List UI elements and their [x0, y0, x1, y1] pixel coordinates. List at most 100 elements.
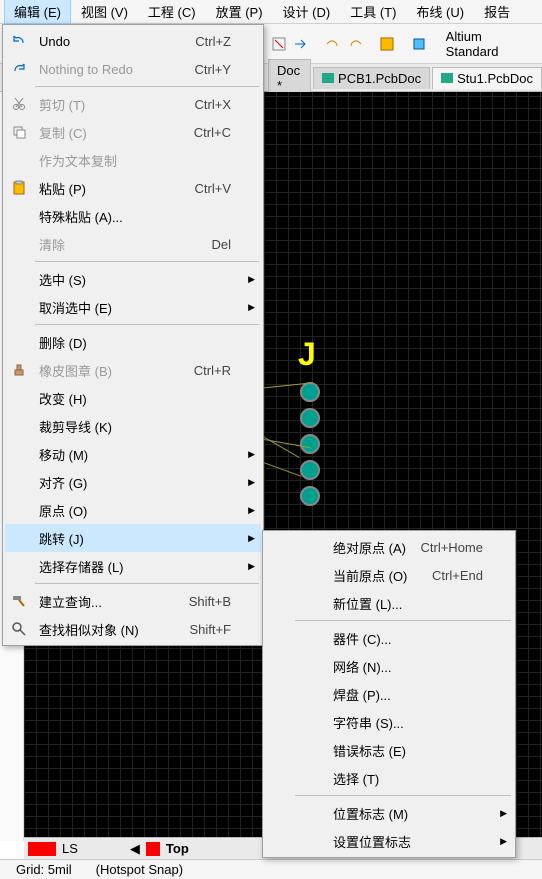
toolbar-profile[interactable]: Altium Standard	[442, 29, 542, 59]
via[interactable]	[300, 382, 320, 402]
menu-item[interactable]: 选择存储器 (L)▶	[5, 552, 261, 580]
via[interactable]	[300, 408, 320, 428]
menu-item[interactable]: 错误标志 (E)	[265, 736, 513, 764]
menu-item-label: 错误标志 (E)	[327, 741, 489, 760]
edit-dropdown: UndoCtrl+ZNothing to RedoCtrl+Y剪切 (T)Ctr…	[2, 24, 264, 646]
menu-item-label: 特殊粘贴 (A)...	[33, 207, 237, 226]
menu-item[interactable]: 选择 (T)	[265, 764, 513, 792]
layer-top[interactable]: Top	[166, 841, 189, 856]
menu-item-shortcut: Ctrl+Y	[195, 62, 237, 77]
menu-item-label: 选中 (S)	[33, 270, 237, 289]
toolbar-icon-2[interactable]	[292, 35, 310, 53]
menu-item[interactable]: 焊盘 (P)...	[265, 680, 513, 708]
undo-icon	[5, 33, 33, 49]
menu-item-shortcut: Shift+F	[189, 622, 237, 637]
menu-item-label: 器件 (C)...	[327, 629, 489, 648]
menu-route[interactable]: 布线 (U)	[406, 0, 474, 24]
menu-separator	[35, 324, 259, 325]
via[interactable]	[300, 460, 320, 480]
menu-item[interactable]: UndoCtrl+Z	[5, 27, 261, 55]
menu-place[interactable]: 放置 (P)	[206, 0, 273, 24]
menu-item[interactable]: 新位置 (L)...	[265, 589, 513, 617]
menu-item[interactable]: 跳转 (J)▶	[5, 524, 261, 552]
redo-icon[interactable]	[346, 35, 364, 53]
submenu-arrow-icon: ▶	[248, 561, 255, 572]
menu-item[interactable]: 位置标志 (M)▶	[265, 799, 513, 827]
menu-item[interactable]: 当前原点 (O)Ctrl+End	[265, 561, 513, 589]
via-column[interactable]	[300, 382, 320, 506]
menu-item-label: 建立查询...	[33, 592, 189, 611]
menu-item[interactable]: 查找相似对象 (N)Shift+F	[5, 615, 261, 643]
menu-item[interactable]: 移动 (M)▶	[5, 440, 261, 468]
menu-item[interactable]: 建立查询...Shift+B	[5, 587, 261, 615]
menu-item: 清除Del	[5, 230, 261, 258]
via[interactable]	[300, 434, 320, 454]
toolbar-icon-1[interactable]	[270, 35, 288, 53]
undo-icon[interactable]	[324, 35, 342, 53]
search-icon	[5, 621, 33, 637]
menu-separator	[35, 583, 259, 584]
submenu-arrow-icon: ▶	[248, 505, 255, 516]
menu-item: 橡皮图章 (B)Ctrl+R	[5, 356, 261, 384]
menu-item-label: 位置标志 (M)	[327, 804, 489, 823]
menu-item[interactable]: 粘贴 (P)Ctrl+V	[5, 174, 261, 202]
menu-item[interactable]: 原点 (O)▶	[5, 496, 261, 524]
menu-item[interactable]: 特殊粘贴 (A)...	[5, 202, 261, 230]
menu-item[interactable]: 字符串 (S)...	[265, 708, 513, 736]
menu-item-label: 移动 (M)	[33, 445, 237, 464]
tab-stu1[interactable]: Stu1.PcbDoc	[432, 67, 542, 89]
menu-design[interactable]: 设计 (D)	[273, 0, 341, 24]
menu-item-label: 新位置 (L)...	[327, 594, 489, 613]
menu-item[interactable]: 裁剪导线 (K)	[5, 412, 261, 440]
menu-item[interactable]: 对齐 (G) ▶	[5, 468, 261, 496]
toolbar-icon-5[interactable]	[378, 35, 396, 53]
hammer-icon	[5, 593, 33, 609]
menu-item-shortcut: Ctrl+V	[195, 181, 237, 196]
layer-ls[interactable]: LS	[62, 841, 78, 856]
menu-tools[interactable]: 工具 (T)	[340, 0, 406, 24]
arrow-left-icon[interactable]: ◀	[130, 841, 140, 857]
menu-item-label: 取消选中 (E)	[33, 298, 237, 317]
toolbar-icon-6[interactable]	[410, 35, 428, 53]
via[interactable]	[300, 486, 320, 506]
copy-icon	[5, 124, 33, 140]
menu-item: 作为文本复制	[5, 146, 261, 174]
menu-item-label: 网络 (N)...	[327, 657, 489, 676]
menu-view[interactable]: 视图 (V)	[71, 0, 138, 24]
redo-icon	[5, 61, 33, 77]
menu-item[interactable]: 设置位置标志▶	[265, 827, 513, 855]
menu-item-label: 选择 (T)	[327, 769, 489, 788]
menu-separator	[295, 620, 511, 621]
designator-j: J	[298, 336, 316, 373]
menu-separator	[35, 86, 259, 87]
layer-swatch[interactable]	[28, 842, 56, 856]
menu-item[interactable]: 器件 (C)...	[265, 624, 513, 652]
menu-report[interactable]: 报告	[474, 0, 520, 24]
cut-icon	[5, 96, 33, 112]
menu-item[interactable]: 改变 (H)	[5, 384, 261, 412]
menu-item[interactable]: 绝对原点 (A)Ctrl+Home	[265, 533, 513, 561]
menu-item-shortcut: Ctrl+Z	[195, 34, 237, 49]
tab-doc[interactable]: Doc *	[268, 59, 311, 96]
pcb-icon	[441, 73, 453, 83]
menu-item-shortcut: Shift+B	[189, 594, 237, 609]
menu-item-label: 查找相似对象 (N)	[33, 620, 189, 639]
tab-pcb1[interactable]: PCB1.PcbDoc	[313, 67, 430, 89]
menu-item-label: 对齐 (G)	[33, 473, 237, 492]
menu-item-label: 字符串 (S)...	[327, 713, 489, 732]
menu-item-label: 裁剪导线 (K)	[33, 417, 237, 436]
menu-item[interactable]: 删除 (D)	[5, 328, 261, 356]
menu-item-label: 改变 (H)	[33, 389, 237, 408]
menu-edit[interactable]: 编辑 (E)	[4, 0, 71, 24]
layer-swatch[interactable]	[146, 842, 160, 856]
menu-item-label: 复制 (C)	[33, 123, 194, 142]
menu-item-shortcut: Ctrl+C	[194, 125, 237, 140]
submenu-arrow-icon: ▶	[248, 477, 255, 488]
menu-project[interactable]: 工程 (C)	[138, 0, 206, 24]
menu-item[interactable]: 选中 (S)▶	[5, 265, 261, 293]
menu-item-label: Nothing to Redo	[33, 62, 195, 77]
menu-item[interactable]: 网络 (N)...	[265, 652, 513, 680]
menu-item-label: 橡皮图章 (B)	[33, 361, 194, 380]
menu-item-label: 粘贴 (P)	[33, 179, 195, 198]
menu-item[interactable]: 取消选中 (E)▶	[5, 293, 261, 321]
